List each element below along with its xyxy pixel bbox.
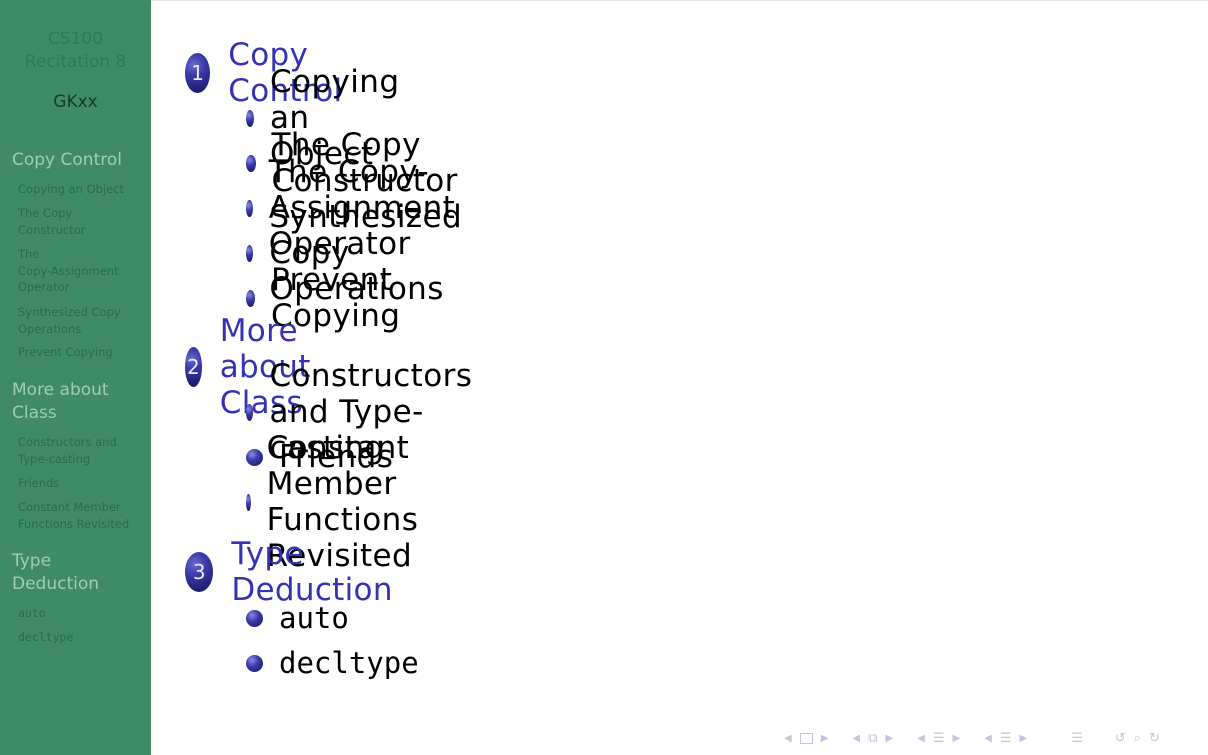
subsection-label: The [18, 247, 40, 261]
bullet-icon [246, 654, 263, 672]
subsection-label: Constructors and [18, 435, 117, 449]
toc-item[interactable]: auto [246, 598, 349, 638]
sidebar-section-more-about-class[interactable]: More about Class [12, 379, 147, 425]
frame-icon[interactable] [799, 732, 813, 744]
frame-nav-group: ◀ ▶ [780, 732, 832, 744]
subsection-label: The Copy [18, 206, 73, 220]
back-icon[interactable]: ↺ [1115, 731, 1126, 746]
section-number-ball: 3 [185, 552, 214, 592]
toc-item[interactable]: Constant Member Functions Revisited [246, 430, 431, 574]
sidebar-subsection[interactable]: decltype [18, 629, 148, 646]
subsection-label: Constant Member [18, 500, 121, 514]
sidebar-section-type-deduction[interactable]: Type Deduction [12, 550, 147, 596]
sidebar-subsection[interactable]: The Copy-Assignment Operator [18, 246, 148, 296]
bullet-icon [246, 154, 256, 172]
section-nav-group: ◀ ☰ ▶ [913, 731, 964, 746]
sidebar-subsection[interactable]: Prevent Copying [18, 344, 148, 361]
search-nav-group: ↺ ⌕ ↻ [1111, 731, 1164, 746]
next-section-icon[interactable]: ▶ [952, 733, 960, 744]
next-frame-icon[interactable]: ▶ [821, 733, 829, 744]
toc-item[interactable]: Constructors and Type-casting [246, 358, 482, 466]
bullet-icon [246, 109, 255, 127]
subsection-label: auto [18, 606, 46, 620]
bullet-icon [246, 289, 255, 307]
document-nav-group: ☰ [1067, 731, 1087, 746]
bullet-icon [246, 448, 263, 466]
prev-part-icon[interactable]: ◀ [984, 733, 992, 744]
sidebar-subsection[interactable]: Constructors and Type-casting [18, 434, 148, 467]
forward-icon[interactable]: ↻ [1149, 731, 1160, 746]
sidebar: CS100 Recitation 8 GKxx Copy Control Cop… [0, 0, 151, 755]
section-number-ball: 2 [185, 347, 202, 387]
subsection-label: Synthesized Copy [18, 305, 121, 319]
sidebar-subsection[interactable]: Copying an Object [18, 181, 148, 198]
subsection-label: Friends [18, 476, 60, 490]
sidebar-subsection[interactable]: Constant Member Functions Revisited [18, 499, 148, 532]
beamer-navigation-bar: ◀ ▶ ◀ ⧉ ▶ ◀ ☰ ▶ ◀ ☰ ▶ ☰ ↺ ⌕ ↻ [780, 727, 1180, 749]
subsection-label: Prevent Copying [18, 345, 113, 359]
section-label: Copy Control [12, 150, 122, 170]
sidebar-subsection[interactable]: Synthesized Copy Operations [18, 304, 148, 337]
subsection-label: Operations [18, 321, 82, 336]
section-label: Class [12, 403, 57, 423]
subsection-icon[interactable]: ⧉ [868, 731, 877, 746]
subsection-label: Functions Revisited [18, 516, 130, 531]
section-label: Type [12, 551, 52, 571]
document-icon[interactable]: ☰ [1071, 731, 1083, 746]
item-label: decltype [279, 646, 419, 680]
subsection-nav-group: ◀ ⧉ ▶ [848, 731, 897, 746]
title-line: Recitation 8 [24, 52, 127, 72]
prev-frame-icon[interactable]: ◀ [784, 733, 792, 744]
toc-item[interactable]: Prevent Copying [246, 262, 408, 334]
next-part-icon[interactable]: ▶ [1020, 733, 1028, 744]
bullet-icon [246, 199, 253, 217]
subsection-label: Copying an Object [18, 182, 125, 196]
item-label: auto [279, 601, 349, 635]
prev-section-icon[interactable]: ◀ [917, 733, 925, 744]
presentation-title[interactable]: CS100 Recitation 8 [0, 28, 151, 74]
sidebar-section-copy-control[interactable]: Copy Control [12, 149, 147, 172]
section-number-ball: 1 [185, 53, 211, 93]
prev-subsection-icon[interactable]: ◀ [852, 733, 860, 744]
bullet-icon [246, 493, 251, 511]
subsection-label: Type-casting [18, 451, 91, 466]
section-label: More about [12, 380, 109, 400]
subsection-label: decltype [18, 630, 74, 644]
toc-item[interactable]: decltype [246, 643, 419, 683]
subsection-label: Operator [18, 280, 70, 294]
subsection-label: Constructor [18, 222, 86, 237]
sidebar-subsection[interactable]: auto [18, 605, 148, 622]
title-line: CS100 [47, 29, 104, 49]
search-icon[interactable]: ⌕ [1134, 731, 1141, 746]
toc-section[interactable]: 3 Type Deduction [185, 536, 404, 608]
subsection-label: Copy-Assignment [18, 263, 119, 278]
section-label: Deduction [12, 574, 100, 594]
sidebar-subsection[interactable]: Friends [18, 475, 148, 492]
bullet-icon [246, 403, 254, 421]
section-icon[interactable]: ☰ [933, 731, 945, 746]
part-icon[interactable]: ☰ [1000, 731, 1012, 746]
author-name[interactable]: GKxx [0, 92, 151, 112]
part-nav-group: ◀ ☰ ▶ [980, 731, 1031, 746]
bullet-icon [246, 609, 263, 627]
bullet-icon [246, 244, 254, 262]
next-subsection-icon[interactable]: ▶ [885, 733, 893, 744]
top-border [0, 0, 1208, 1]
sidebar-subsection[interactable]: The Copy Constructor [18, 205, 148, 238]
